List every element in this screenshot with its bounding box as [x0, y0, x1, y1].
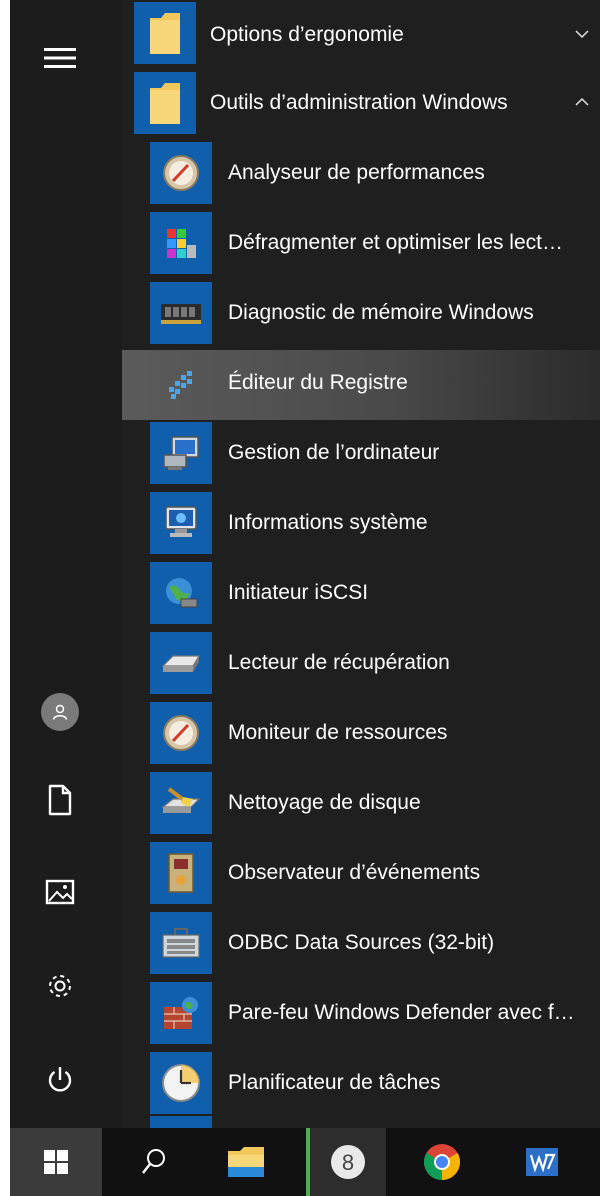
app-label: Pare-feu Windows Defender avec f…: [228, 1001, 575, 1024]
app-item-pare-feu[interactable]: Pare-feu Windows Defender avec f…: [122, 980, 600, 1050]
hamburger-menu-icon[interactable]: [36, 34, 84, 82]
app-tile: [150, 142, 212, 204]
app-label: Diagnostic de mémoire Windows: [228, 301, 534, 324]
app-tile: [150, 352, 212, 414]
app-tile: [150, 632, 212, 694]
folder-item-options-ergonomie[interactable]: Options d’ergonomie: [122, 2, 600, 72]
event-viewer-icon: [168, 853, 194, 893]
folder-label: Options d’ergonomie: [210, 23, 404, 46]
app-item-gestion-ordinateur[interactable]: Gestion de l’ordinateur: [122, 420, 600, 490]
iscsi-globe-icon: [166, 578, 198, 608]
user-avatar-button[interactable]: [36, 688, 84, 736]
svg-text:8: 8: [342, 1150, 354, 1175]
app-label: Défragmenter et optimiser les lect…: [228, 231, 563, 254]
app-tile: [150, 1052, 212, 1114]
task-scheduler-clock-icon: [162, 1064, 200, 1102]
folder-tile: [134, 2, 196, 64]
folder-label: Outils d’administration Windows: [210, 91, 508, 114]
app-label: Initiateur iSCSI: [228, 581, 369, 604]
app-label: Éditeur du Registre: [228, 371, 408, 394]
resource-monitor-icon: [163, 715, 199, 751]
app-tile: [150, 282, 212, 344]
documents-icon[interactable]: [36, 776, 84, 824]
folder-tile: [134, 72, 196, 134]
firewall-icon: [164, 997, 198, 1029]
chevron-up-icon[interactable]: [572, 92, 592, 112]
settings-gear-icon[interactable]: [36, 962, 84, 1010]
left-rail: [10, 0, 122, 1128]
chevron-down-icon[interactable]: [572, 24, 592, 44]
app-item-odbc-data-sources[interactable]: ODBC Data Sources (32-bit): [122, 910, 600, 980]
power-icon[interactable]: [36, 1056, 84, 1104]
user-avatar-icon: [41, 693, 79, 731]
app-tile: [150, 702, 212, 764]
app-item-planificateur-taches[interactable]: Planificateur de tâches: [122, 1050, 600, 1120]
app-item-initiateur-iscsi[interactable]: Initiateur iSCSI: [122, 560, 600, 630]
app-item-editeur-registre[interactable]: Éditeur du Registre: [122, 350, 600, 420]
app-label: Gestion de l’ordinateur: [228, 441, 440, 464]
app-8-icon[interactable]: 8: [306, 1128, 386, 1196]
app-tile: [150, 492, 212, 554]
app-tile: [150, 842, 212, 904]
app-label: Moniteur de ressources: [228, 721, 448, 744]
app-label: Observateur d’événements: [228, 861, 481, 884]
app-tile: [150, 212, 212, 274]
taskbar: 8: [10, 1128, 600, 1196]
app-tile: [150, 422, 212, 484]
app-tile: [150, 562, 212, 624]
memory-chip-icon: [161, 304, 201, 324]
file-explorer-icon[interactable]: [206, 1128, 286, 1196]
app-label: Analyseur de performances: [228, 161, 485, 184]
windows-start-icon[interactable]: [10, 1128, 102, 1196]
app-item-observateur-evenements[interactable]: Observateur d’événements: [122, 840, 600, 910]
system-info-icon: [165, 506, 197, 537]
odbc-icon: [162, 928, 200, 958]
app-item-nettoyage-disque[interactable]: Nettoyage de disque: [122, 770, 600, 840]
recovery-drive-icon: [161, 655, 201, 672]
folder-icon: [150, 13, 180, 54]
chrome-icon[interactable]: [402, 1128, 482, 1196]
folder-item-outils-administration[interactable]: Outils d’administration Windows: [122, 70, 600, 140]
app-item-lecteur-recuperation[interactable]: Lecteur de récupération: [122, 630, 600, 700]
app-item-moniteur-ressources[interactable]: Moniteur de ressources: [122, 700, 600, 770]
app-item-defragmenter[interactable]: Défragmenter et optimiser les lect…: [122, 210, 600, 280]
performance-monitor-icon: [163, 155, 199, 191]
computer-management-icon: [163, 436, 199, 470]
registry-editor-icon: [169, 371, 192, 399]
app-item-informations-systeme[interactable]: Informations système: [122, 490, 600, 560]
wps-writer-icon[interactable]: [502, 1128, 582, 1196]
folder-icon: [150, 83, 180, 124]
app-label: Lecteur de récupération: [228, 651, 450, 674]
app-tile: [150, 982, 212, 1044]
app-list: Options d’ergonomie Outils d’administrat…: [122, 0, 600, 1130]
app-tile: [150, 772, 212, 834]
app-item-analyseur-performances[interactable]: Analyseur de performances: [122, 140, 600, 210]
app-item-diagnostic-memoire[interactable]: Diagnostic de mémoire Windows: [122, 280, 600, 350]
disk-cleanup-icon: [161, 787, 201, 813]
app-label: Informations système: [228, 511, 428, 534]
app-tile: [150, 912, 212, 974]
defragment-icon: [167, 229, 196, 258]
app-label: Nettoyage de disque: [228, 791, 421, 814]
app-label: ODBC Data Sources (32-bit): [228, 931, 495, 954]
app-label: Planificateur de tâches: [228, 1071, 441, 1094]
pictures-icon[interactable]: [36, 868, 84, 916]
start-menu: Options d’ergonomie Outils d’administrat…: [10, 0, 600, 1196]
search-icon[interactable]: [114, 1128, 194, 1196]
